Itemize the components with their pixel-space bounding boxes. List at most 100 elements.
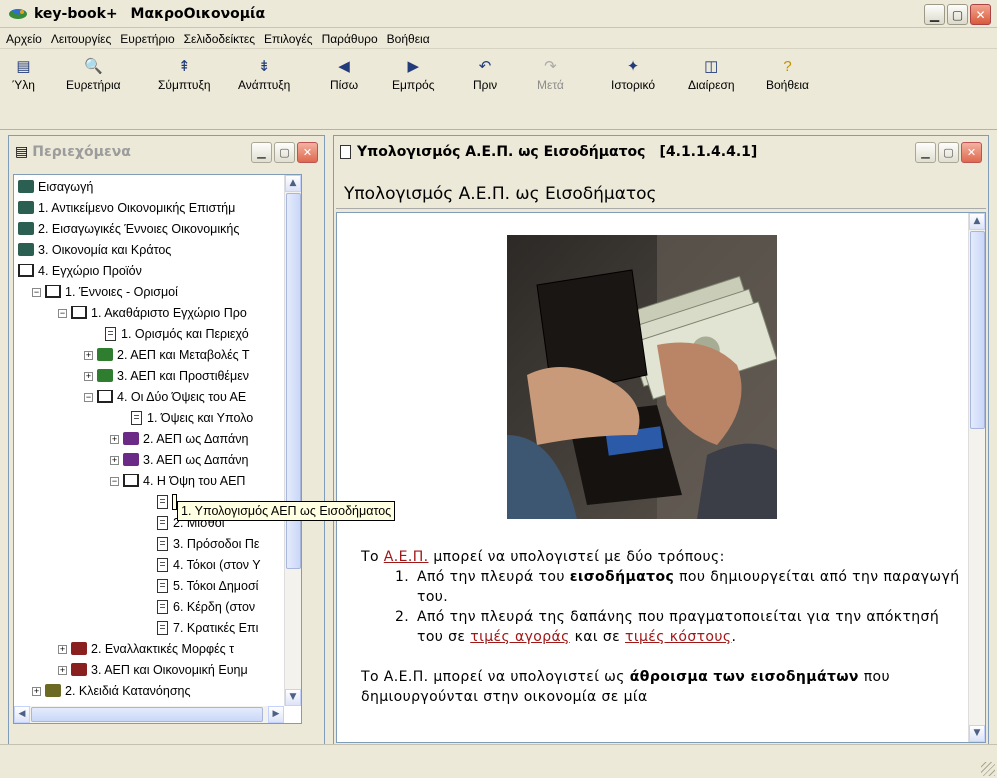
next-toolbar-button[interactable]: ↷ Μετά [537,58,564,92]
menu-options[interactable]: Επιλογές [264,32,313,46]
expand-toggle[interactable]: + [110,456,119,465]
collapse-toggle[interactable]: − [84,393,93,402]
collapse-toolbar-button[interactable]: ⇞ Σύμπτυξη [158,58,211,92]
menu-window[interactable]: Παράθυρο [322,32,378,46]
expand-icon: ⇟ [257,58,271,75]
scroll-left-arrow-icon[interactable]: ◀ [14,706,30,723]
horizontal-scroll-thumb[interactable] [31,707,263,722]
tree-node[interactable]: 4. Εγχώριο Προϊόν [18,261,142,282]
resize-grip-icon[interactable] [981,762,995,776]
page-icon [340,144,351,159]
menu-bar: Αρχείο Λειτουργίες Ευρετήριο Σελιδοδείκτ… [0,29,997,49]
cost-prices-link[interactable]: τιμές κόστους [625,629,732,645]
previous-toolbar-button[interactable]: ↶ Πριν [473,58,497,92]
tree-node[interactable]: +2. ΑΕΠ ως Δαπάνη [110,429,248,450]
expand-toggle[interactable]: + [84,351,93,360]
article-body: Το Α.Ε.Π. μπορεί να υπολογιστεί με δύο τ… [361,547,961,707]
expand-toggle[interactable]: + [32,687,41,696]
page-icon [157,516,168,530]
tree-node[interactable]: +3. ΑΕΠ και Οικονομική Ευημ [58,660,248,681]
tree-node[interactable]: 2. Εισαγωγικές Έννοιες Οικονομικής [18,219,239,240]
document-vertical-scrollbar[interactable]: ▲ ▼ [968,213,985,742]
gdp-link[interactable]: Α.Ε.Π. [384,549,429,565]
tree-node[interactable]: 6. Κέρδη (στον [157,597,255,618]
tree-node[interactable]: −4. Η Όψη του ΑΕΠ [110,471,245,492]
tree-node[interactable]: 1. Ορισμός και Περιεχό [105,324,249,345]
magnifier-icon: 🔍 [83,58,103,75]
scroll-down-arrow-icon[interactable]: ▼ [285,689,301,706]
collapse-toggle[interactable]: − [58,309,67,318]
page-icon [131,411,142,425]
collapse-icon: ⇞ [177,58,191,75]
content-maximize-button[interactable]: ▢ [938,142,959,163]
menu-bookmarks[interactable]: Σελιδοδείκτες [184,32,255,46]
tree-node[interactable]: 4. Τόκοι (στον Υ [157,555,261,576]
tree-node[interactable]: Εισαγωγή [18,177,93,198]
expand-toggle[interactable]: + [84,372,93,381]
history-icon: ✦ [626,58,640,75]
menu-functions[interactable]: Λειτουργίες [51,32,111,46]
scroll-up-arrow-icon[interactable]: ▲ [285,175,301,192]
forward-arrow-icon: ▶ [407,58,420,75]
maximize-button[interactable]: ▢ [947,4,968,25]
section-code: [4.1.1.4.4.1] [659,143,758,160]
tree-node[interactable]: −4. Οι Δύο Όψεις του ΑΕ [84,387,246,408]
collapse-toggle[interactable]: − [32,288,41,297]
content-pane-titlebar: Υπολογισμός Α.Ε.Π. ως Εισοδήματος [4.1.1… [334,136,988,167]
contents-maximize-button[interactable]: ▢ [274,142,295,163]
contents-close-button[interactable]: ✕ [297,142,318,163]
tree-node[interactable]: 1. Όψεις και Υπολο [131,408,253,429]
scroll-right-arrow-icon[interactable]: ▶ [268,706,284,723]
tree-node[interactable]: +2. Κλειδιά Κατανόησης [32,681,191,702]
page-icon [157,600,168,614]
contents-minimize-button[interactable]: ▁ [251,142,272,163]
open-book-icon [18,264,34,277]
collapse-toggle[interactable]: − [110,477,119,486]
tree-node[interactable]: −1. Έννοιες - Ορισμοί [32,282,178,303]
tree-node[interactable]: 7. Κρατικές Επι [157,618,258,639]
scroll-thumb[interactable] [970,231,985,429]
tree-node-selected[interactable] [157,492,178,513]
tree-node[interactable]: 5. Τόκοι Δημοσί [157,576,258,597]
closed-book-icon [18,243,34,256]
tree-node[interactable]: 1. Αντικείμενο Οικονομικής Επιστήμ [18,198,235,219]
help-toolbar-button[interactable]: ? Βοήθεια [766,58,809,92]
expand-toggle[interactable]: + [58,666,67,675]
tree-vertical-scrollbar[interactable]: ▲ ▼ [284,175,301,706]
tree-node[interactable]: +3. ΑΕΠ ως Δαπάνη [110,450,248,471]
tree-node[interactable]: +2. Εναλλακτικές Μορφές τ [58,639,234,660]
forward-toolbar-button[interactable]: ▶ Εμπρός [392,58,434,92]
tree-horizontal-scrollbar[interactable]: ◀ ▶ [14,706,284,723]
menu-index[interactable]: Ευρετήριο [120,32,174,46]
expand-toggle[interactable]: + [110,435,119,444]
tree-node[interactable]: 3. Οικονομία και Κράτος [18,240,171,261]
scroll-down-arrow-icon[interactable]: ▼ [969,725,985,742]
history-toolbar-button[interactable]: ✦ Ιστορικό [611,58,655,92]
indexes-toolbar-button[interactable]: 🔍 Ευρετήρια [66,58,121,92]
contents-pane-titlebar: ▤ Περιεχόμενα ▁ ▢ ✕ [9,136,324,167]
contents-toolbar-button[interactable]: ▤ Ύλη [12,58,35,92]
split-toolbar-button[interactable]: ◫ Διαίρεση [688,58,735,92]
minimize-button[interactable]: ▁ [924,4,945,25]
tree-node[interactable]: +3. ΑΕΠ και Προστιθέμεν [84,366,249,387]
market-prices-link[interactable]: τιμές αγοράς [470,629,570,645]
expand-toggle[interactable]: + [58,645,67,654]
page-icon [157,495,168,509]
content-minimize-button[interactable]: ▁ [915,142,936,163]
back-toolbar-button[interactable]: ◀ Πίσω [330,58,358,92]
expand-toolbar-button[interactable]: ⇟ Ανάπτυξη [238,58,290,92]
scroll-up-arrow-icon[interactable]: ▲ [969,213,985,230]
content-close-button[interactable]: ✕ [961,142,982,163]
menu-file[interactable]: Αρχείο [6,32,42,46]
tree-node[interactable]: +2. ΑΕΠ και Μεταβολές Τ [84,345,250,366]
sum-paragraph: Το Α.Ε.Π. μπορεί να υπολογιστεί ως άθροι… [361,669,890,705]
title-bar: key-book+ ΜακροΟικονομία ▁ ▢ ✕ [0,0,997,28]
close-button[interactable]: ✕ [970,4,991,25]
menu-help[interactable]: Βοήθεια [387,32,430,46]
app-logo-icon [9,8,27,19]
closed-book-icon [97,369,113,382]
tree-node[interactable]: −1. Ακαθάριστο Εγχώριο Προ [58,303,247,324]
contents-tree: Εισαγωγή 1. Αντικείμενο Οικονομικής Επισ… [13,174,302,724]
status-bar [0,744,997,778]
tree-node[interactable]: 3. Πρόσοδοι Πε [157,534,259,555]
